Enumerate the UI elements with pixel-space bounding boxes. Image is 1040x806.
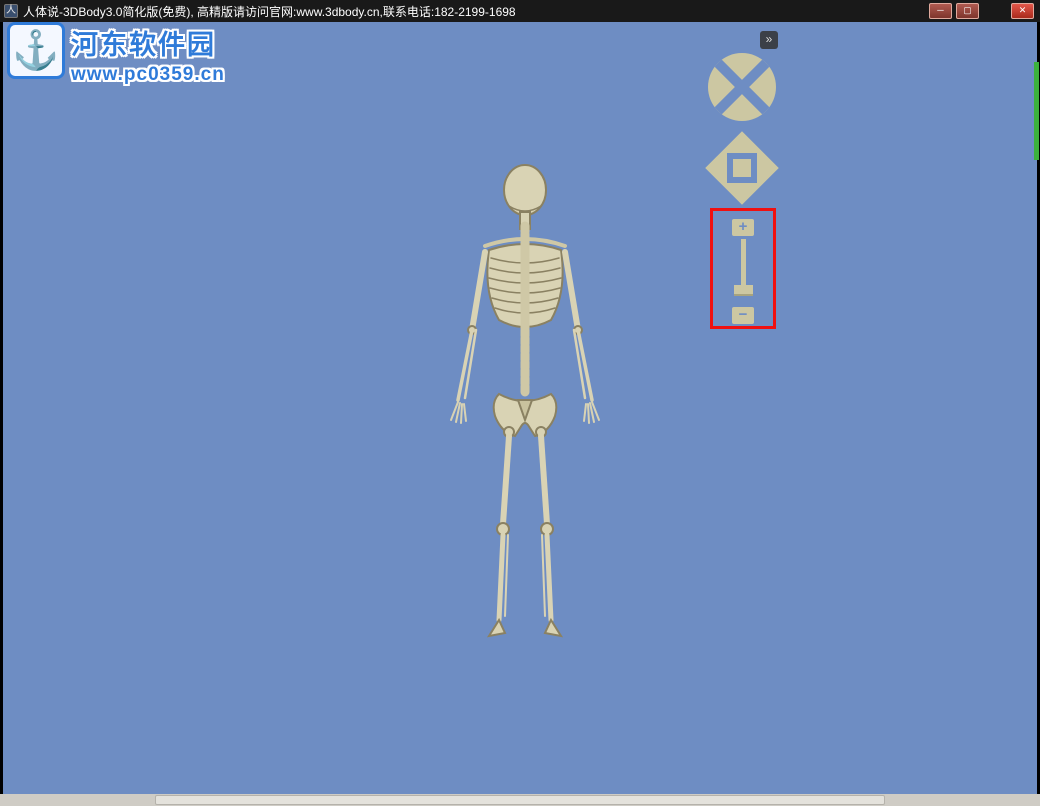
horizontal-scrollbar[interactable] (0, 794, 1040, 806)
expand-controls-button[interactable]: » (760, 31, 778, 49)
watermark: ⚓ 河东软件园 www.pc0359.cn (7, 22, 225, 86)
window-title: 人体说-3DBody3.0简化版(免费), 高精版请访问官网:www.3dbod… (23, 3, 1040, 20)
close-button[interactable]: ✕ (1011, 3, 1034, 19)
window-controls: ─ ▢ ✕ (925, 3, 1034, 19)
maximize-button[interactable]: ▢ (956, 3, 979, 19)
skeleton-model (425, 162, 625, 667)
zoom-out-button[interactable]: − (732, 307, 754, 324)
recenter-button[interactable] (733, 159, 751, 177)
anchor-icon: ⚓ (7, 22, 65, 79)
app-icon: 人 (4, 4, 18, 18)
horizontal-scrollbar-thumb[interactable] (155, 795, 885, 805)
watermark-site-url: www.pc0359.cn (71, 64, 225, 86)
viewport-3d[interactable]: ⚓ 河东软件园 www.pc0359.cn (3, 22, 1037, 794)
zoom-slider-track[interactable] (741, 239, 746, 287)
right-edge-indicator (1034, 62, 1039, 160)
watermark-text: 河东软件园 www.pc0359.cn (71, 22, 225, 86)
zoom-slider-handle[interactable] (734, 285, 753, 296)
minimize-button[interactable]: ─ (929, 3, 952, 19)
zoom-control-highlight: + − (710, 208, 776, 329)
title-bar: 人 人体说-3DBody3.0简化版(免费), 高精版请访问官网:www.3db… (0, 0, 1040, 22)
watermark-site-name: 河东软件园 (71, 23, 225, 62)
app-window: 人 人体说-3DBody3.0简化版(免费), 高精版请访问官网:www.3db… (0, 0, 1040, 806)
zoom-in-button[interactable]: + (732, 219, 754, 236)
orbit-rotate-control[interactable] (708, 53, 776, 121)
